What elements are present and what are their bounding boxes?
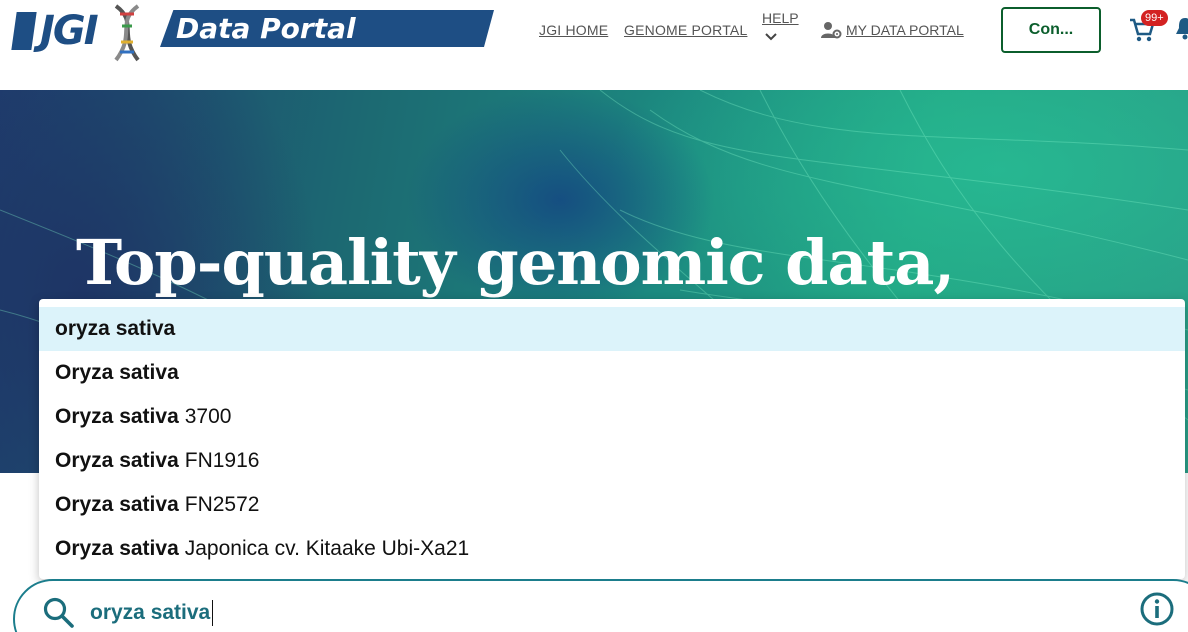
text-caret <box>212 600 213 626</box>
cart-count-badge: 99+ <box>1141 10 1168 26</box>
portal-title: Data Portal <box>176 12 356 45</box>
user-settings-icon <box>821 22 842 39</box>
contact-button[interactable]: Con... <box>1001 7 1101 53</box>
dna-helix-icon <box>114 4 140 62</box>
suggestion-rest: FN1916 <box>184 449 260 472</box>
bell-icon[interactable] <box>1175 16 1188 42</box>
suggestion-item[interactable]: Oryza sativa 3700 <box>39 395 1185 439</box>
suggestion-item[interactable]: Oryza sativa FN2572 <box>39 483 1185 527</box>
nav-my-data-portal[interactable]: MY DATA PORTAL <box>820 20 964 40</box>
suggestion-rest: Japonica cv. Kitaake Ubi-Xa21 <box>184 537 470 560</box>
suggestion-item[interactable]: oryza sativa <box>39 307 1185 351</box>
suggestion-match: Oryza sativa <box>55 449 179 472</box>
search-input[interactable] <box>90 598 990 628</box>
top-header: JGI Data Portal JGI HOME GENOME PORTAL H… <box>0 0 1188 90</box>
info-icon[interactable] <box>1139 591 1175 627</box>
page: JGI Data Portal JGI HOME GENOME PORTAL H… <box>0 0 1188 632</box>
nav-help-label: HELP <box>762 10 799 26</box>
chevron-down-icon <box>765 33 777 41</box>
logo-text: JGI <box>40 8 99 54</box>
jgi-logo[interactable]: JGI <box>11 4 152 62</box>
search-icon[interactable] <box>42 596 76 630</box>
suggestion-match: Oryza sativa <box>55 493 179 516</box>
nav-jgi-home[interactable]: JGI HOME <box>539 22 608 38</box>
nav-help[interactable]: HELP <box>762 10 799 41</box>
suggestion-item[interactable]: Oryza sativa FN1916 <box>39 439 1185 483</box>
nav-my-data-portal-label: MY DATA PORTAL <box>846 22 964 38</box>
logo-bar <box>11 12 37 50</box>
suggestion-item[interactable]: Oryza sativa Japonica cv. Kitaake Ubi-Xa… <box>39 527 1185 571</box>
suggestion-match: Oryza sativa <box>55 405 179 428</box>
suggestion-match: Oryza sativa <box>55 537 179 560</box>
suggestion-match: Oryza sativa <box>55 361 179 384</box>
suggestion-rest: FN2572 <box>184 493 260 516</box>
search-suggestions-dropdown: oryza sativa Oryza sativa Oryza sativa 3… <box>39 299 1185 579</box>
suggestion-rest: 3700 <box>184 405 232 428</box>
data-portal-banner[interactable]: Data Portal <box>160 10 494 47</box>
hero-title: Top-quality genomic data, <box>76 226 955 299</box>
suggestion-item[interactable]: Oryza sativa <box>39 351 1185 395</box>
nav-genome-portal[interactable]: GENOME PORTAL <box>624 22 747 38</box>
suggestion-match: oryza sativa <box>55 317 176 340</box>
